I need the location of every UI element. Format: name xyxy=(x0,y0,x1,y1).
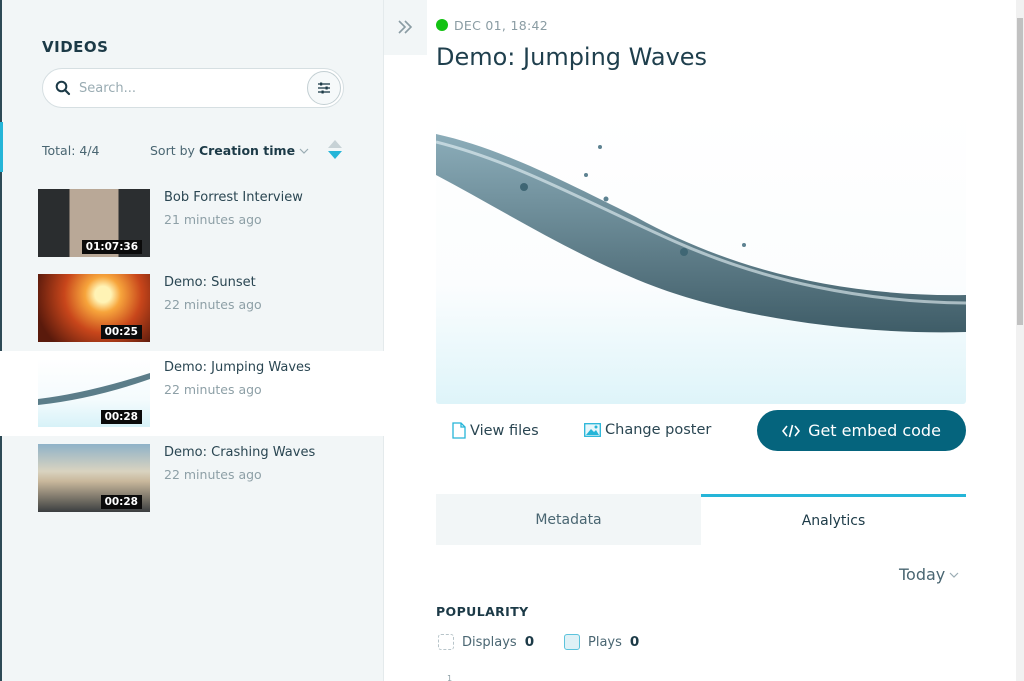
legend-label: Plays xyxy=(588,634,622,650)
sidebar-title: VIDEOS xyxy=(42,38,109,56)
sort-desc-arrow-icon xyxy=(328,151,342,159)
video-title: Demo: Sunset xyxy=(164,275,256,290)
search-input[interactable] xyxy=(79,78,299,98)
total-count: Total: 4/4 xyxy=(42,143,100,158)
duration-badge: 00:25 xyxy=(100,325,142,339)
tab-analytics[interactable]: Analytics xyxy=(701,494,966,545)
date-range-label: Today xyxy=(899,565,946,584)
sort-selector[interactable]: Sort by Creation time xyxy=(150,143,309,158)
sort-prefix: Sort by xyxy=(150,143,195,158)
sidebar: VIDEOS Total: 4/4 Sort by Creation time xyxy=(0,0,384,681)
video-thumbnail: 00:25 xyxy=(38,274,150,342)
chevron-down-icon xyxy=(299,148,309,154)
image-icon xyxy=(584,423,601,437)
search-icon xyxy=(55,80,71,96)
video-thumbnail: 00:28 xyxy=(38,444,150,512)
legend-plays[interactable]: Plays 0 xyxy=(564,634,639,650)
scrollbar-thumb[interactable] xyxy=(1017,18,1023,325)
video-item-active[interactable]: 00:28 Demo: Jumping Waves 22 minutes ago xyxy=(0,351,384,436)
chevron-down-icon xyxy=(949,572,959,578)
sidebar-edge-accent xyxy=(0,122,3,172)
tab-metadata[interactable]: Metadata xyxy=(436,494,701,545)
embed-label: Get embed code xyxy=(808,421,941,440)
video-title: Demo: Jumping Waves xyxy=(164,360,311,375)
popularity-title: POPULARITY xyxy=(436,604,529,619)
plays-checkbox[interactable] xyxy=(564,634,580,650)
change-poster-label: Change poster xyxy=(605,422,712,438)
duration-badge: 00:28 xyxy=(100,495,142,509)
search-box xyxy=(42,68,344,108)
displays-checkbox[interactable] xyxy=(438,634,454,650)
video-thumbnail: 01:07:36 xyxy=(38,189,150,257)
detail-tabs: Metadata Analytics xyxy=(436,494,966,545)
code-icon xyxy=(782,424,801,437)
duration-badge: 00:28 xyxy=(100,410,142,424)
video-item[interactable]: 00:28 Demo: Crashing Waves 22 minutes ag… xyxy=(0,436,384,521)
file-icon xyxy=(452,422,466,439)
sort-asc-arrow-icon xyxy=(328,140,342,148)
legend-label: Displays xyxy=(462,634,517,650)
wave-graphic xyxy=(436,134,966,333)
view-files-button[interactable]: View files xyxy=(452,422,539,439)
view-files-label: View files xyxy=(470,422,539,439)
status-dot xyxy=(436,19,448,31)
video-thumbnail: 00:28 xyxy=(38,359,150,427)
video-title: Bob Forrest Interview xyxy=(164,190,303,205)
legend-value: 0 xyxy=(524,634,535,650)
duration-badge: 01:07:36 xyxy=(81,240,142,254)
video-date: DEC 01, 18:42 xyxy=(454,18,548,33)
sort-field: Creation time xyxy=(198,143,296,158)
axis-tick-label: 1 xyxy=(447,674,453,681)
date-range-selector[interactable]: Today xyxy=(899,565,959,584)
video-time: 21 minutes ago xyxy=(164,212,262,227)
video-time: 22 minutes ago xyxy=(164,297,262,312)
video-list: 01:07:36 Bob Forrest Interview 21 minute… xyxy=(0,181,384,521)
video-time: 22 minutes ago xyxy=(164,382,262,397)
double-chevron-right-icon[interactable] xyxy=(396,18,414,36)
video-time: 22 minutes ago xyxy=(164,467,262,482)
video-player[interactable] xyxy=(436,107,966,404)
sliders-icon xyxy=(318,82,330,94)
page-title: Demo: Jumping Waves xyxy=(436,43,708,71)
sort-direction-toggle[interactable] xyxy=(327,139,343,161)
change-poster-button[interactable]: Change poster xyxy=(584,422,711,438)
video-item[interactable]: 00:25 Demo: Sunset 22 minutes ago xyxy=(0,266,384,351)
video-item[interactable]: 01:07:36 Bob Forrest Interview 21 minute… xyxy=(0,181,384,266)
filter-button[interactable] xyxy=(307,71,341,105)
get-embed-code-button[interactable]: Get embed code xyxy=(757,410,966,451)
legend-value: 0 xyxy=(629,634,640,650)
video-title: Demo: Crashing Waves xyxy=(164,445,316,460)
legend-displays[interactable]: Displays 0 xyxy=(438,634,534,650)
